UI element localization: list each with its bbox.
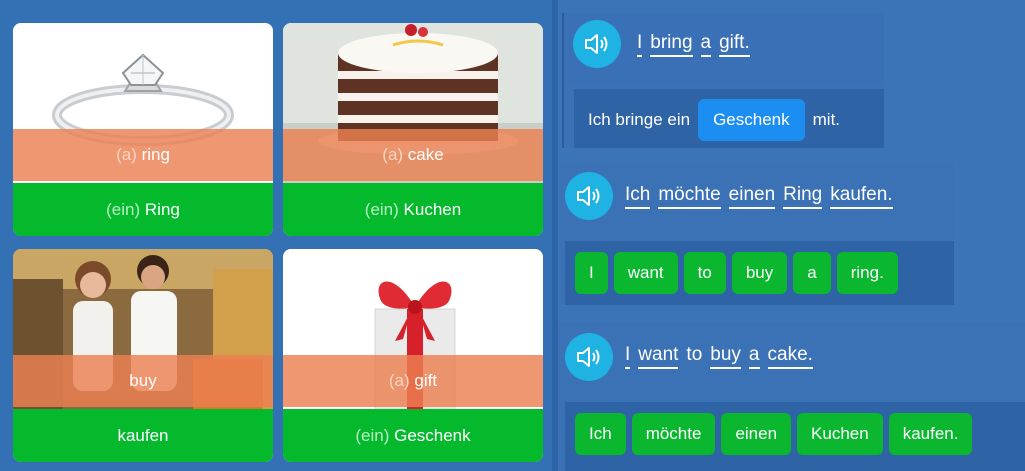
sentence-word[interactable]: Ich bbox=[625, 184, 651, 209]
footer-word: kaufen bbox=[117, 426, 169, 445]
card-footer-label: (ein) Geschenk bbox=[283, 409, 543, 462]
overlay-word: cake bbox=[407, 145, 444, 164]
footer-article: (ein) bbox=[364, 200, 399, 219]
sentence-word[interactable]: gift. bbox=[719, 32, 750, 57]
answer-chip[interactable]: Geschenk bbox=[698, 98, 805, 141]
flashcard-ring[interactable]: (a) ring (ein) Ring bbox=[13, 23, 273, 236]
answer-line: Ich bringe ein Geschenk mit. bbox=[588, 98, 840, 141]
card-overlay-label: buy bbox=[13, 355, 273, 407]
card-overlay-label: (a) gift bbox=[283, 355, 543, 407]
card-overlay-label: (a) cake bbox=[283, 129, 543, 181]
speaker-icon bbox=[577, 347, 600, 367]
word-chip[interactable]: möchte bbox=[631, 413, 716, 455]
sentence-word[interactable]: möchte bbox=[658, 184, 721, 209]
flashcard-grid: (a) ring (ein) Ring (a) cake (ein) Kuche… bbox=[0, 0, 552, 471]
flashcard-buy[interactable]: buy kaufen bbox=[13, 249, 273, 462]
word-chip[interactable]: Kuchen bbox=[797, 413, 883, 455]
overlay-article: (a) bbox=[116, 145, 137, 164]
speaker-button[interactable] bbox=[565, 333, 613, 381]
word-chip[interactable]: kaufen. bbox=[888, 413, 973, 455]
sentence-word[interactable]: want bbox=[638, 344, 679, 369]
exercise-1-sentence: Ibring a gift. bbox=[637, 32, 758, 57]
card-footer-label: kaufen bbox=[13, 409, 273, 462]
sentence-word[interactable]: Ring bbox=[783, 184, 823, 209]
exercise-3-sentence: Iwant to buy a cake. bbox=[625, 344, 821, 369]
word-chip[interactable]: I bbox=[575, 252, 608, 294]
word-chip[interactable]: want bbox=[613, 252, 678, 294]
word-chip-row: Ich möchte einen Kuchen kaufen. bbox=[575, 413, 973, 455]
sentence-word[interactable]: I bbox=[625, 344, 631, 369]
answer-prefix: Ich bringe ein bbox=[588, 109, 691, 129]
overlay-word: ring bbox=[141, 145, 170, 164]
card-footer-label: (ein) Ring bbox=[13, 183, 273, 236]
speaker-button[interactable] bbox=[573, 20, 621, 68]
word-chip[interactable]: buy bbox=[731, 252, 788, 294]
card-overlay-label: (a) ring bbox=[13, 129, 273, 181]
exercise-1: Ibring a gift. Ich bringe ein Geschenk mit… bbox=[562, 13, 884, 148]
speaker-button[interactable] bbox=[565, 172, 613, 220]
word-chip[interactable]: einen bbox=[721, 413, 792, 455]
word-chip[interactable]: a bbox=[793, 252, 831, 294]
overlay-article: (a) bbox=[382, 145, 404, 164]
exercise-2: Ich möchte einen Ring kaufen. I want to buy … bbox=[560, 163, 954, 305]
footer-word: Geschenk bbox=[394, 426, 471, 445]
sentence-word[interactable]: kaufen. bbox=[830, 184, 893, 209]
footer-word: Ring bbox=[144, 200, 180, 219]
flashcard-gift[interactable]: (a) gift (ein) Geschenk bbox=[283, 249, 543, 462]
word-chip[interactable]: Ich bbox=[575, 413, 626, 455]
sentence-word[interactable]: buy bbox=[710, 344, 741, 369]
sentence-word[interactable]: to bbox=[686, 344, 702, 366]
exercise-panel: Ibring a gift. Ich bringe ein Geschenk mit… bbox=[558, 0, 1025, 471]
overlay-article: (a) bbox=[388, 371, 410, 390]
word-chip-row: I want to buy a ring. bbox=[575, 252, 898, 294]
card-footer-label: (ein) Kuchen bbox=[283, 183, 543, 236]
speaker-icon bbox=[577, 186, 600, 206]
overlay-word: gift bbox=[414, 371, 438, 390]
word-chip[interactable]: to bbox=[683, 252, 726, 294]
sentence-word[interactable]: einen bbox=[728, 184, 776, 209]
footer-word: Kuchen bbox=[403, 200, 462, 219]
footer-article: (ein) bbox=[106, 200, 141, 219]
sentence-word[interactable]: I bbox=[637, 32, 643, 57]
sentence-word[interactable]: cake. bbox=[767, 344, 813, 369]
word-chip[interactable]: ring. bbox=[836, 252, 898, 294]
overlay-word: buy bbox=[129, 371, 157, 390]
exercise-3: Iwant to buy a cake. Ich möchte einen Kuchen… bbox=[558, 322, 1025, 471]
exercise-1-rule bbox=[562, 13, 564, 148]
exercise-2-sentence: Ich möchte einen Ring kaufen. bbox=[625, 184, 901, 209]
answer-suffix: mit. bbox=[812, 109, 841, 129]
footer-article: (ein) bbox=[355, 426, 390, 445]
flashcard-cake[interactable]: (a) cake (ein) Kuchen bbox=[283, 23, 543, 236]
speaker-icon bbox=[585, 34, 608, 54]
sentence-word[interactable]: a bbox=[700, 32, 712, 57]
sentence-word[interactable]: bring bbox=[650, 32, 693, 57]
sentence-word[interactable]: a bbox=[748, 344, 760, 369]
